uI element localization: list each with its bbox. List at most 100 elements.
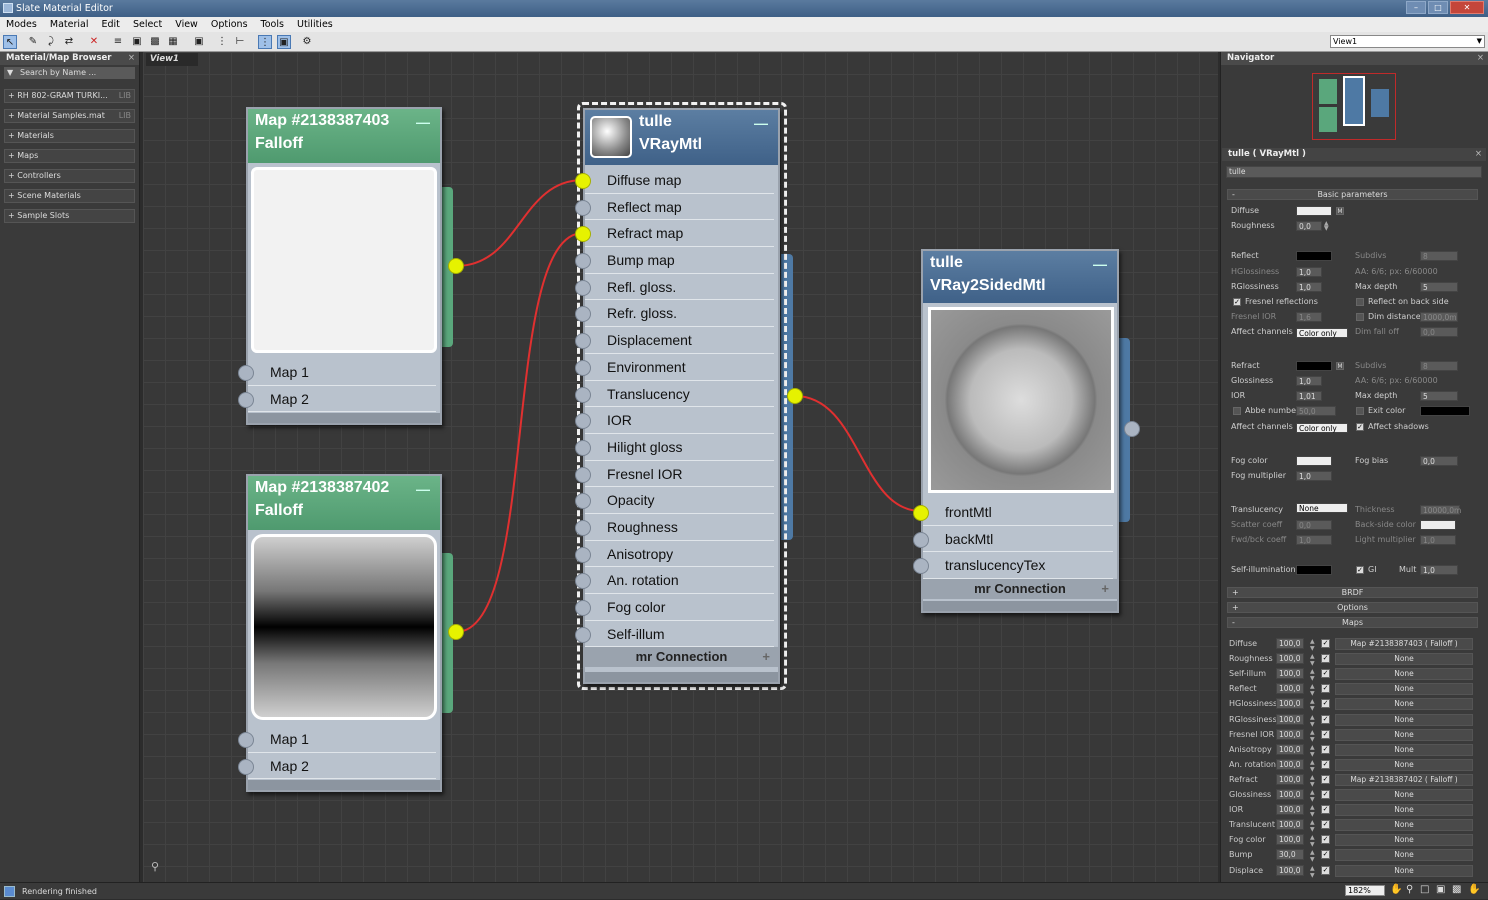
slot-refr-gloss-[interactable]: Refr. gloss. [575, 300, 774, 328]
map-slot-button[interactable]: None [1335, 758, 1473, 771]
map-enable-checkbox[interactable]: ✓ [1321, 699, 1330, 709]
map-enable-checkbox[interactable]: ✓ [1321, 774, 1330, 784]
map-slot-button[interactable]: None [1335, 668, 1473, 681]
map-amount-field[interactable]: 100,0 [1276, 713, 1304, 725]
map-enable-checkbox[interactable]: ✓ [1321, 865, 1330, 875]
map-amount-field[interactable]: 100,0 [1276, 668, 1304, 680]
ior-field[interactable]: 1,01 [1296, 391, 1322, 401]
plus-icon[interactable]: + [762, 647, 770, 667]
affect-channels-dropdown[interactable]: Color only [1296, 328, 1348, 338]
spinner-icon[interactable]: ▲ ▼ [1310, 683, 1315, 697]
slot-fresnel-ior[interactable]: Fresnel IOR [575, 461, 774, 488]
map-enable-checkbox[interactable]: ✓ [1321, 744, 1330, 754]
fresnel-checkbox[interactable]: ✓ [1233, 298, 1241, 306]
map-amount-field[interactable]: 100,0 [1276, 683, 1304, 695]
backside-color-swatch[interactable] [1420, 520, 1456, 530]
mr-connection[interactable]: mr Connection + [923, 579, 1117, 600]
input-socket[interactable] [575, 626, 591, 643]
spinner-icon[interactable]: ▲ ▼ [1310, 819, 1315, 833]
output-socket[interactable] [787, 388, 803, 404]
map-enable-checkbox[interactable]: ✓ [1321, 639, 1330, 648]
fwdbck-field[interactable]: 1,0 [1296, 535, 1332, 545]
input-socket[interactable] [575, 519, 591, 536]
refract-subdivs-field[interactable]: 8 [1420, 361, 1458, 371]
translucency-dropdown[interactable]: None [1296, 503, 1348, 513]
node-header[interactable]: Map #2138387403 Falloff — [248, 109, 440, 163]
map-amount-field[interactable]: 100,0 [1276, 789, 1304, 800]
slot-reflect-map[interactable]: Reflect map [575, 194, 774, 221]
map-slot-button[interactable]: Map #2138387402 ( Falloff ) [1335, 773, 1473, 786]
output-socket[interactable] [448, 258, 464, 274]
rollout-maps[interactable]: - Maps [1227, 617, 1478, 628]
reflect-color-swatch[interactable] [1296, 251, 1332, 261]
slot-fog-color[interactable]: Fog color [575, 594, 774, 621]
input-socket[interactable] [575, 413, 591, 430]
map-enable-checkbox[interactable]: ✓ [1321, 759, 1330, 769]
map-enable-checkbox[interactable]: ✓ [1321, 820, 1330, 830]
self-illum-color-swatch[interactable] [1296, 565, 1332, 575]
spinner-icon[interactable]: ▲ ▼ [1310, 698, 1315, 712]
map-enable-checkbox[interactable]: ✓ [1321, 850, 1330, 860]
rollout-options[interactable]: + Options [1227, 602, 1478, 613]
spinner-icon[interactable]: ▲ ▼ [1310, 865, 1315, 879]
zoom-dropdown[interactable]: 182% [1345, 885, 1385, 896]
map-amount-field[interactable]: 100,0 [1276, 864, 1304, 876]
diffuse-map-button[interactable]: M [1336, 207, 1344, 215]
map-slot-button[interactable]: None [1335, 728, 1473, 741]
rglossiness-field[interactable]: 1,0 [1296, 282, 1322, 292]
minimize-node-icon[interactable]: — [754, 112, 768, 135]
map-amount-field[interactable]: 100,0 [1276, 743, 1304, 755]
slot-refract-map[interactable]: Refract map [575, 220, 774, 248]
diffuse-color-swatch[interactable] [1296, 206, 1332, 216]
thickness-field[interactable]: 10000,0m [1420, 505, 1461, 515]
fog-mult-field[interactable]: 1,0 [1296, 471, 1332, 481]
glossiness-field[interactable]: 1,0 [1296, 376, 1322, 386]
map-amount-field[interactable]: 100,0 [1276, 804, 1304, 816]
map-slot-button[interactable]: None [1335, 698, 1473, 711]
slot-diffuse-map[interactable]: Diffuse map [575, 167, 774, 194]
dim-falloff-field[interactable]: 0,0 [1420, 327, 1458, 337]
minimize-node-icon[interactable]: — [416, 478, 430, 501]
reflect-back-checkbox[interactable] [1356, 298, 1364, 306]
input-socket[interactable] [575, 173, 591, 189]
node-header[interactable]: Map #2138387402 Falloff — [248, 476, 440, 530]
slot-ior[interactable]: IOR [575, 407, 774, 434]
map-slot-button[interactable]: None [1335, 683, 1473, 696]
binoculars-icon[interactable]: ⚲ [151, 860, 159, 873]
spinner-icon[interactable]: ▲ ▼ [1310, 789, 1315, 803]
spinner-icon[interactable]: ▲ ▼ [1310, 804, 1315, 818]
map-slot-button[interactable]: None [1335, 864, 1473, 877]
affect-shadows-checkbox[interactable]: ✓ [1356, 423, 1364, 431]
fog-color-swatch[interactable] [1296, 456, 1332, 466]
spinner-icon[interactable]: ▲ ▼ [1310, 759, 1315, 773]
input-socket[interactable] [575, 279, 591, 296]
map-slot-button[interactable]: None [1335, 789, 1473, 801]
vraymtl-node[interactable]: tulle VRayMtl — Diffuse map Reflect map Re… [575, 108, 780, 684]
fresnel-ior-field[interactable]: 1,6 [1296, 312, 1322, 322]
map-enable-checkbox[interactable]: ✓ [1321, 684, 1330, 694]
map-amount-field[interactable]: 100,0 [1276, 758, 1304, 770]
map-slot-button[interactable]: None [1335, 819, 1473, 832]
slot-refl-gloss-[interactable]: Refl. gloss. [575, 274, 774, 301]
map-amount-field[interactable]: 100,0 [1276, 728, 1304, 740]
input-socket[interactable] [913, 558, 929, 575]
input-socket[interactable] [575, 466, 591, 483]
slot-map-2[interactable]: Map 2 [238, 753, 436, 780]
plus-icon[interactable]: + [1101, 579, 1109, 599]
dim-distance-checkbox[interactable] [1356, 313, 1364, 321]
map-amount-field[interactable]: 30,0 [1276, 849, 1304, 861]
light-mult-field[interactable]: 1,0 [1420, 535, 1456, 545]
input-socket[interactable] [913, 505, 929, 521]
reflect-subdivs-field[interactable]: 8 [1420, 251, 1458, 261]
slot-an-rotation[interactable]: An. rotation [575, 567, 774, 594]
map-amount-field[interactable]: 100,0 [1276, 819, 1304, 831]
input-socket[interactable] [575, 199, 591, 216]
input-socket[interactable] [575, 359, 591, 376]
falloff-node-1[interactable]: Map #2138387403 Falloff — Map 1 Map 2 [238, 107, 442, 425]
fog-bias-field[interactable]: 0,0 [1420, 456, 1458, 466]
map-amount-field[interactable]: 100,0 [1276, 834, 1304, 846]
zoom-selected-icon[interactable]: ▩ [1452, 884, 1461, 895]
vray2sided-node[interactable]: tulle VRay2SidedMtl — frontMtl backMtl t… [913, 249, 1119, 613]
zoom-region-icon[interactable]: □ [1420, 884, 1429, 895]
map-slot-button[interactable]: None [1335, 653, 1473, 666]
